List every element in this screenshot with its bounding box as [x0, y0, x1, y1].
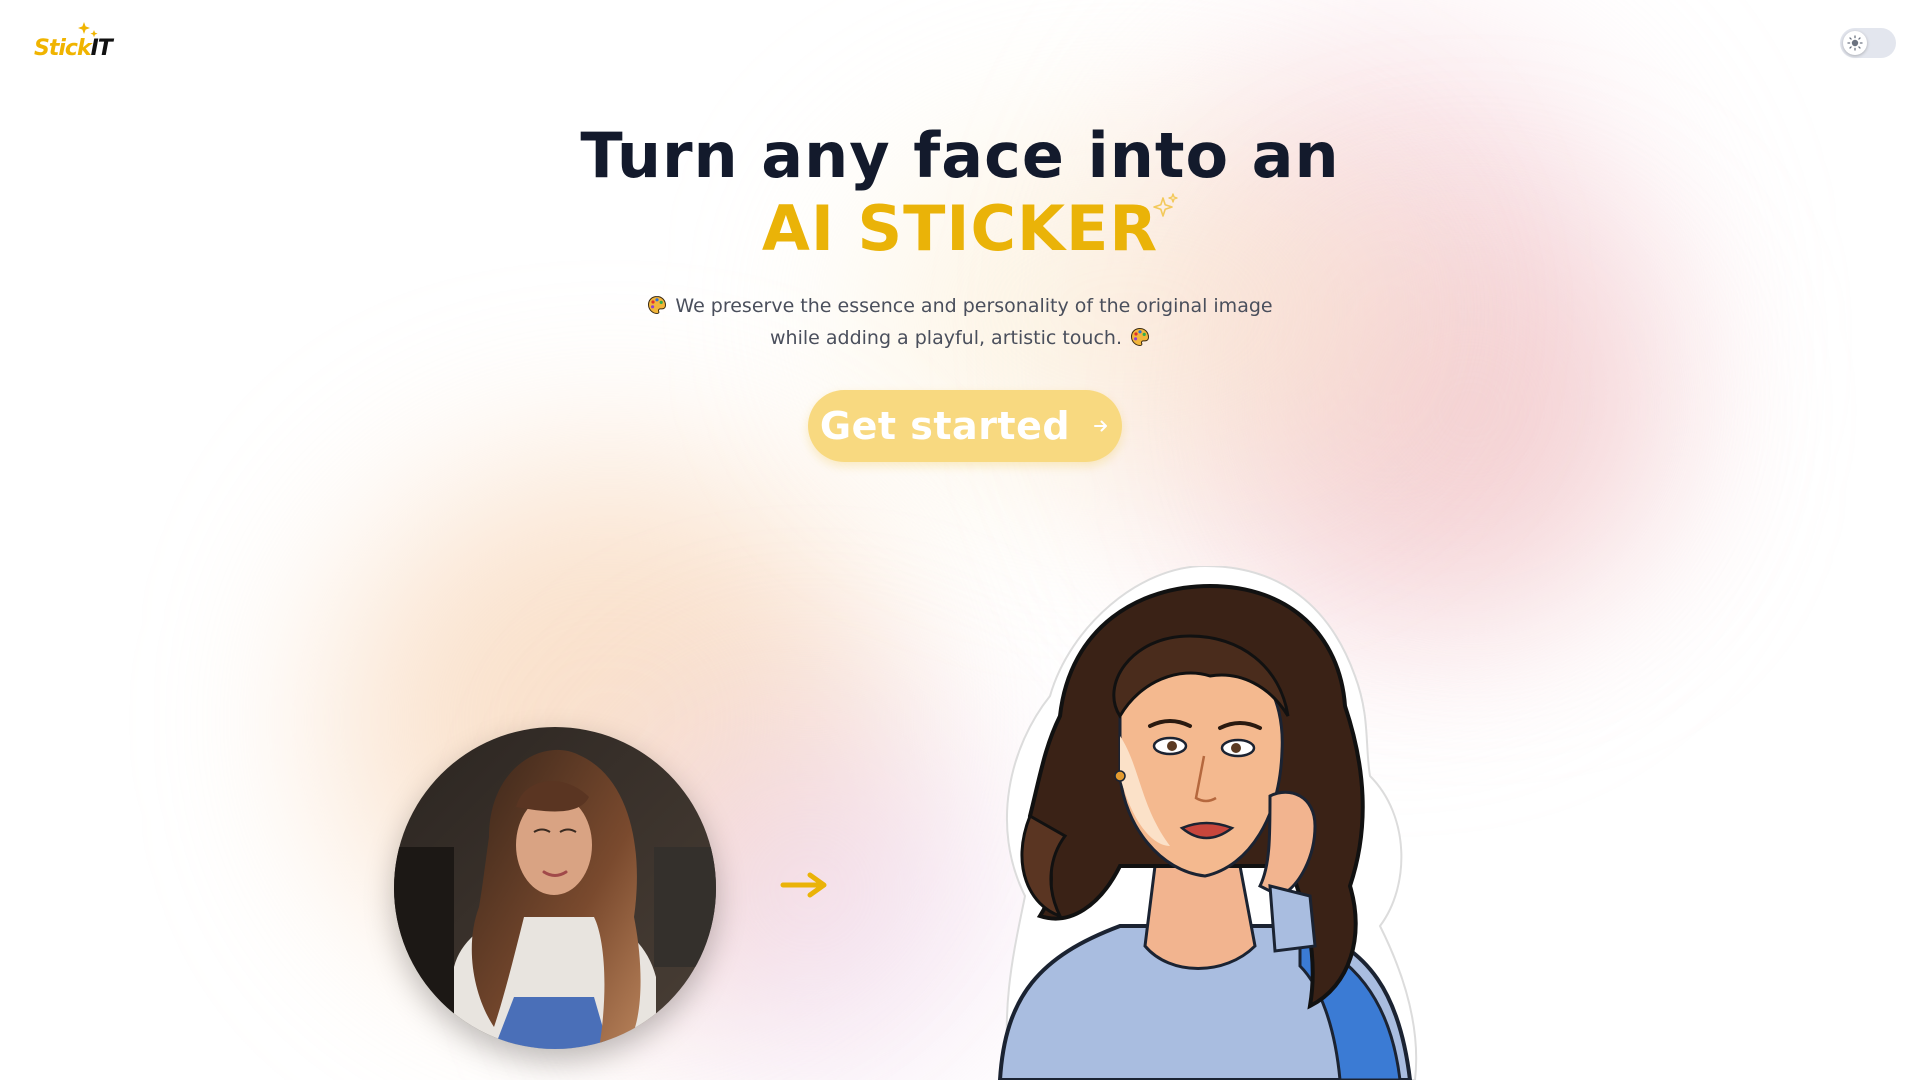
logo-wordmark: StickIT: [34, 36, 113, 61]
arrow-right-icon: [1094, 420, 1108, 432]
sparkle-icon: [1153, 193, 1178, 217]
get-started-label: Get started: [819, 404, 1071, 448]
sticker-illustration: [970, 564, 1440, 1080]
landing-page: StickIT Turn any face into an AI STICKER…: [0, 0, 1920, 1080]
theme-toggle[interactable]: [1840, 28, 1896, 58]
logo-text-main: Stick: [34, 36, 92, 61]
toggle-knob: [1843, 31, 1867, 55]
headline-line-2: AI STICKER: [761, 192, 1159, 265]
portrait-photo: [394, 727, 716, 1049]
logo-text-accent: IT: [90, 36, 113, 61]
hero-subtext-text: We preserve the essence and personality …: [675, 295, 1273, 349]
portrait-photo-drawing: [394, 727, 716, 1049]
logo-link[interactable]: StickIT: [32, 22, 122, 68]
artist-palette-icon: [648, 295, 667, 315]
hero-subtext: We preserve the essence and personality …: [620, 290, 1300, 354]
sun-icon: [1847, 35, 1863, 51]
headline-line-2-wrap: AI STICKER: [761, 192, 1178, 265]
headline-line-1: Turn any face into an: [580, 119, 1340, 192]
get-started-button[interactable]: Get started: [808, 390, 1122, 462]
artist-palette-icon: [1130, 327, 1150, 347]
arrow-right-icon: [780, 872, 827, 898]
sticker-drawing: [997, 564, 1418, 1080]
hero-section: Turn any face into an AI STICKER We pres…: [0, 118, 1920, 354]
